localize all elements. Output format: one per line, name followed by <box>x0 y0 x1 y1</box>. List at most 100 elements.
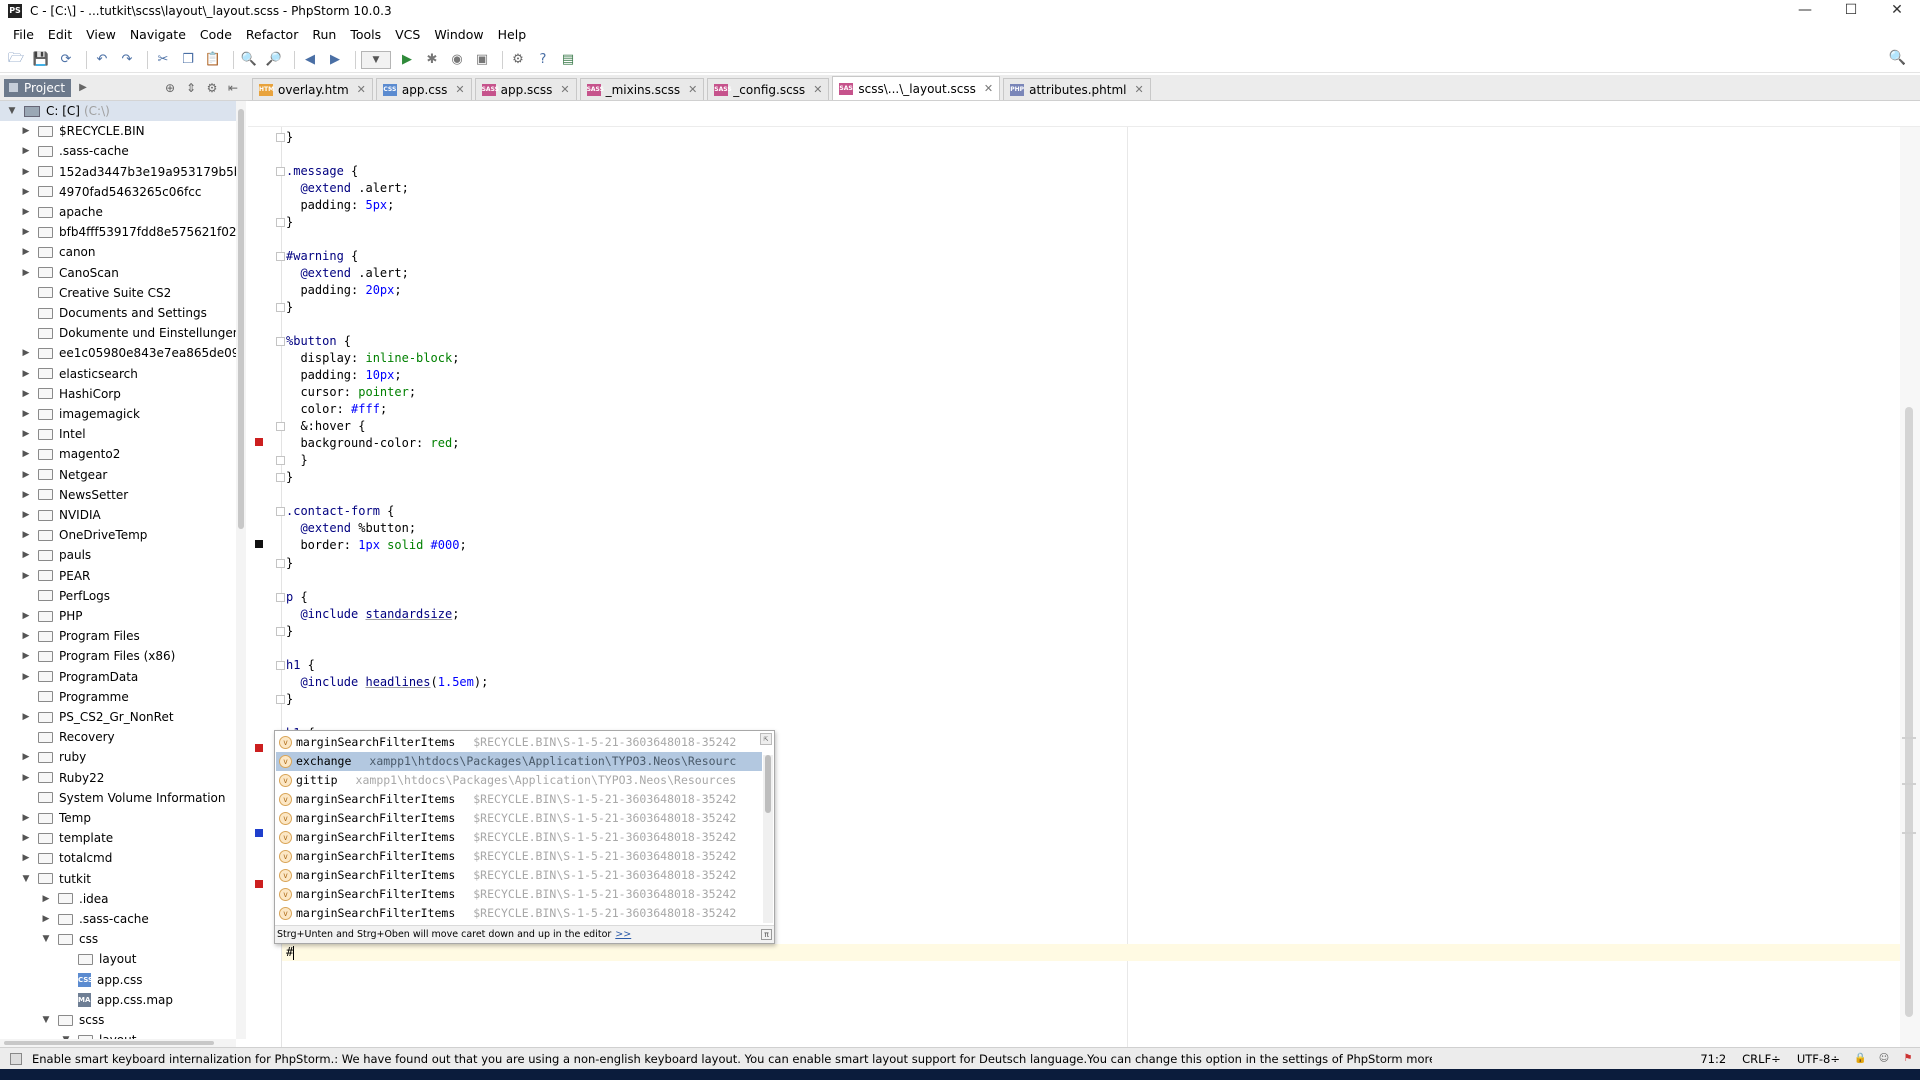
error-stripe-mark[interactable] <box>1902 737 1916 739</box>
code-line[interactable]: h1 { <box>286 657 315 674</box>
tree-item[interactable]: ▶ Program Files <box>0 626 140 646</box>
tree-item[interactable]: MAP app.css.map <box>0 990 173 1010</box>
maximize-button[interactable]: ☐ <box>1828 0 1874 22</box>
tree-item[interactable]: ▶ totalcmd <box>0 848 113 868</box>
tree-item[interactable]: ▶ OneDriveTemp <box>0 525 148 545</box>
code-line[interactable]: padding: 5px; <box>286 197 394 214</box>
expand-arrow-icon[interactable]: ▶ <box>20 485 32 505</box>
expand-arrow-icon[interactable]: ▶ <box>20 828 32 848</box>
expand-arrow-icon[interactable]: ▶ <box>20 424 32 444</box>
popup-scrollbar[interactable] <box>763 755 773 923</box>
close-tab-icon[interactable]: ✕ <box>560 83 569 96</box>
tree-item[interactable]: ▶ Netgear <box>0 465 108 485</box>
debug-icon[interactable]: ✱ <box>422 50 442 70</box>
tree-item[interactable]: ▶ imagemagick <box>0 404 140 424</box>
tree-item[interactable]: ▶ PHP <box>0 606 83 626</box>
completion-item[interactable]: v gittip xampp1\htdocs\Packages\Applicatio… <box>276 771 762 790</box>
collapse-all-icon[interactable]: ⇕ <box>182 79 200 97</box>
collapse-arrow-icon[interactable]: ▼ <box>40 1010 52 1030</box>
fold-marker-icon[interactable] <box>276 592 285 602</box>
project-view-chevron-icon[interactable]: ▶ <box>79 82 87 93</box>
expand-arrow-icon[interactable]: ▶ <box>20 747 32 767</box>
editor-tab[interactable]: PHP attributes.phtml ✕ <box>1003 78 1151 100</box>
expand-arrow-icon[interactable]: ▶ <box>20 848 32 868</box>
expand-arrow-icon[interactable]: ▶ <box>20 384 32 404</box>
collapse-arrow-icon[interactable]: ▼ <box>40 929 52 949</box>
search-everywhere-icon[interactable]: 🔍 <box>1889 50 1906 66</box>
pin-popup-icon[interactable]: π <box>761 929 772 940</box>
tree-item[interactable]: ▶ canon <box>0 242 96 262</box>
expand-arrow-icon[interactable]: ▶ <box>20 444 32 464</box>
line-separator[interactable]: CRLF÷ <box>1734 1052 1789 1066</box>
code-line[interactable]: } <box>286 691 293 708</box>
color-marker-red[interactable] <box>255 438 263 446</box>
tree-item[interactable]: Documents and Settings <box>0 303 207 323</box>
forward-icon[interactable]: ▶ <box>325 50 345 70</box>
completion-item[interactable]: v marginSearchFilterItems $RECYCLE.BIN\S-1… <box>276 790 762 809</box>
tree-item[interactable]: ▼ layout <box>0 1030 136 1039</box>
tree-item[interactable]: ▶ ProgramData <box>0 667 139 687</box>
fold-marker-icon[interactable] <box>276 626 285 636</box>
close-tab-icon[interactable]: ✕ <box>1134 83 1143 96</box>
fold-marker-icon[interactable] <box>276 303 285 313</box>
tree-item[interactable]: ▶ .sass-cache <box>0 909 149 929</box>
scrollbar-thumb[interactable] <box>1905 407 1913 1017</box>
fold-marker-icon[interactable] <box>276 660 285 670</box>
collapse-arrow-icon[interactable]: ▼ <box>60 1030 72 1039</box>
completion-item[interactable]: v marginSearchFilterItems $RECYCLE.BIN\S-1… <box>276 733 762 752</box>
expand-arrow-icon[interactable]: ▶ <box>20 606 32 626</box>
file-encoding[interactable]: UTF-8÷ <box>1789 1052 1848 1066</box>
code-line[interactable]: .message { <box>286 163 358 180</box>
expand-arrow-icon[interactable]: ▶ <box>20 242 32 262</box>
close-tab-icon[interactable]: ✕ <box>813 83 822 96</box>
tree-item[interactable]: ▼ tutkit <box>0 869 91 889</box>
popup-settings-icon[interactable]: ⇱ <box>760 733 772 745</box>
inspector-icon[interactable]: ☺ <box>1878 1053 1890 1065</box>
code-line[interactable]: @include standardsize; <box>286 606 459 623</box>
expand-arrow-icon[interactable]: ▶ <box>40 909 52 929</box>
editor-tab[interactable]: SASS _mixins.scss ✕ <box>579 78 705 100</box>
code-line[interactable]: } <box>286 623 293 640</box>
editor-tab[interactable]: SASS _config.scss ✕ <box>707 78 830 100</box>
menu-tools[interactable]: Tools <box>343 27 388 42</box>
expand-arrow-icon[interactable]: ▶ <box>20 465 32 485</box>
fold-marker-icon[interactable] <box>276 167 285 177</box>
color-marker-blue[interactable] <box>255 829 263 837</box>
synchronize-icon[interactable]: ⟳ <box>56 50 76 70</box>
close-tab-icon[interactable]: ✕ <box>688 83 697 96</box>
close-tab-icon[interactable]: ✕ <box>455 83 464 96</box>
tree-item[interactable]: ▶ magento2 <box>0 444 121 464</box>
expand-arrow-icon[interactable]: ▶ <box>40 889 52 909</box>
editor-tab[interactable]: SASS scss\...\_layout.scss ✕ <box>832 76 1001 100</box>
color-marker-red[interactable] <box>255 880 263 888</box>
panel-settings-icon[interactable]: ⚙ <box>203 79 221 97</box>
tree-item[interactable]: ▶ HashiCorp <box>0 384 121 404</box>
tree-item[interactable]: CSS app.css <box>0 970 143 990</box>
fold-marker-icon[interactable] <box>276 133 285 142</box>
code-line[interactable]: } <box>286 129 293 146</box>
tree-item[interactable]: ▶ Temp <box>0 808 91 828</box>
event-log-icon[interactable]: ⚑ <box>1902 1053 1914 1065</box>
tree-item[interactable]: System Volume Information <box>0 788 225 808</box>
fold-marker-icon[interactable] <box>276 473 285 483</box>
error-stripe-mark[interactable] <box>1902 832 1916 834</box>
code-line[interactable]: } <box>286 469 293 486</box>
completion-item[interactable]: v marginSearchFilterItems $RECYCLE.BIN\S-1… <box>276 904 762 923</box>
fold-marker-icon[interactable] <box>276 507 285 517</box>
expand-arrow-icon[interactable]: ▶ <box>20 202 32 222</box>
expand-arrow-icon[interactable]: ▶ <box>20 545 32 565</box>
hide-panel-icon[interactable]: ⇤ <box>224 79 242 97</box>
tree-item[interactable]: ▶ $RECYCLE.BIN <box>0 121 145 141</box>
tree-item[interactable]: ▶ NewsSetter <box>0 485 129 505</box>
run-icon[interactable]: ▶ <box>397 50 417 70</box>
expand-arrow-icon[interactable]: ▶ <box>20 364 32 384</box>
code-line[interactable]: cursor: pointer; <box>286 384 416 401</box>
minimize-button[interactable]: — <box>1782 0 1828 22</box>
editor-tab[interactable]: HTM overlay.htm ✕ <box>252 78 373 100</box>
menu-navigate[interactable]: Navigate <box>123 27 193 42</box>
editor-tab[interactable]: CSS app.css ✕ <box>375 78 472 100</box>
fold-marker-icon[interactable] <box>276 456 285 466</box>
expand-arrow-icon[interactable]: ▶ <box>20 626 32 646</box>
open-folder-icon[interactable]: 🗁 <box>6 50 26 70</box>
tree-item[interactable]: ▶ .idea <box>0 889 109 909</box>
